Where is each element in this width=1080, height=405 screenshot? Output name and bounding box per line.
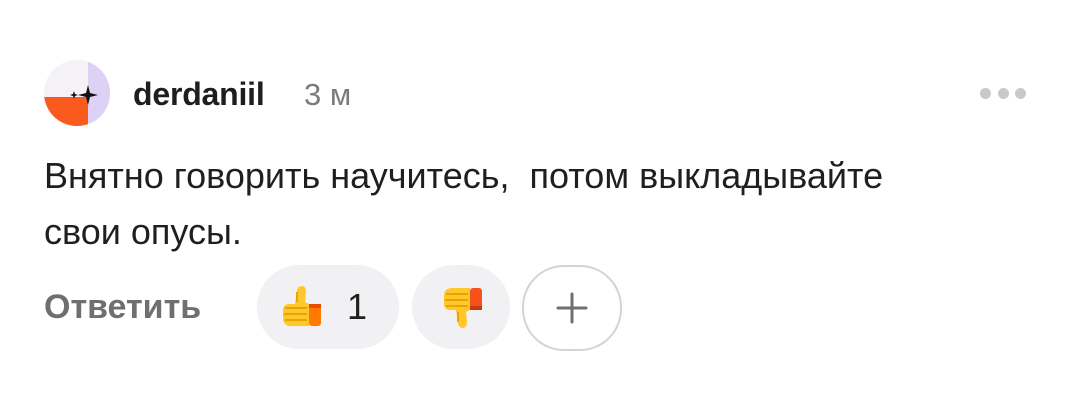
reply-button[interactable]: Ответить <box>44 288 201 327</box>
avatar-image <box>44 60 110 126</box>
thumbs-down-icon <box>444 288 482 328</box>
more-dots-icon[interactable] <box>980 82 1026 104</box>
author-name[interactable]: derdaniil <box>133 76 265 113</box>
like-reaction-button[interactable]: 1 <box>257 265 399 349</box>
like-count: 1 <box>347 286 368 327</box>
comment-text: Внятно говорить научитесь, потом выклады… <box>44 155 884 252</box>
add-reaction-button[interactable] <box>522 265 622 351</box>
thumbs-up-icon <box>283 286 321 326</box>
dislike-reaction-button[interactable] <box>412 265 510 349</box>
dot <box>997 87 1009 99</box>
dot <box>1015 87 1026 99</box>
comment: derdaniil 3 м Внятно говорить научитесь,… <box>0 0 1080 405</box>
avatar[interactable] <box>44 60 110 126</box>
dot <box>980 87 991 99</box>
plus-icon <box>556 292 588 324</box>
comment-timestamp: 3 м <box>304 77 352 112</box>
